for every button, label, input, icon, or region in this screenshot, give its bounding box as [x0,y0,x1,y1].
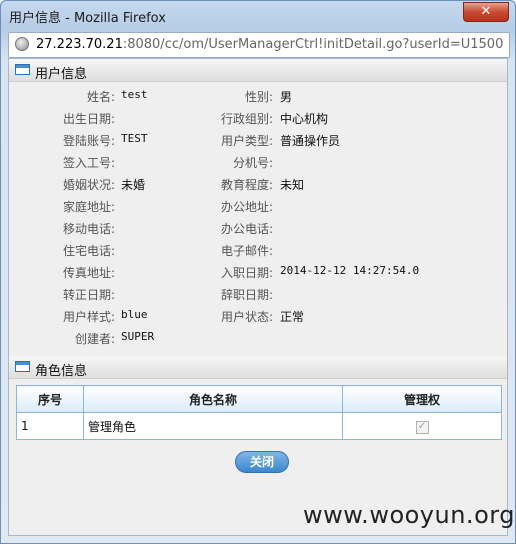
info-row: 传真地址: 入职日期: 2014-12-12 14:27:54.0 [9,264,507,286]
role-info-header: 角色信息 [9,356,507,379]
role-index: 1 [16,412,84,440]
creator-label: 创建者: [74,332,115,346]
window-title: 用户信息 - Mozilla Firefox [9,11,166,26]
right-value: 普通操作员 [280,134,341,148]
info-row: 家庭地址: 办公地址: [9,198,507,220]
info-row: 出生日期: 行政组别: 中心机构 [9,110,507,132]
column-header-admin: 管理权 [342,385,502,413]
url-text[interactable]: 27.223.70.21:8080/cc/om/UserManagerCtrl!… [36,37,503,52]
url-bar[interactable]: 27.223.70.21:8080/cc/om/UserManagerCtrl!… [8,32,510,58]
left-label: 转正日期: [62,288,115,302]
page-content: 用户信息 姓名: test 性别: 男出生日期: 行政组别: 中心机构登陆账号: TEST 用… [8,58,508,536]
info-row: 婚姻状况: 未婚 教育程度: 未知 [9,176,507,198]
right-label: 用户类型: [220,134,273,148]
column-header-index: 序号 [16,385,84,413]
right-label: 辞职日期: [220,288,273,302]
left-value: test [121,88,148,101]
left-label: 姓名: [86,90,115,104]
admin-cell: ✓ [342,412,502,440]
role-table: 序号 角色名称 管理权 1 管理角色 ✓ [16,385,502,440]
left-label: 传真地址: [62,266,115,280]
left-label: 用户样式: [62,310,115,324]
left-label: 移动电话: [62,222,115,236]
url-path: :8080/cc/om/UserManagerCtrl!initDetail.g… [122,37,504,52]
right-value: 未知 [280,178,305,192]
column-header-role-name: 角色名称 [83,385,343,413]
left-label: 出生日期: [62,112,115,126]
right-label: 分机号: [232,156,273,170]
window-icon [15,64,30,75]
watermark: www.wooyun.org [303,501,515,529]
right-label: 入职日期: [220,266,273,280]
url-host: 27.223.70.21 [36,37,123,52]
right-label: 行政组别: [220,112,273,126]
close-button[interactable]: 关闭 [235,451,289,473]
left-label: 婚姻状况: [62,178,115,192]
user-info-header: 用户信息 [9,59,507,82]
info-row-creator: 创建者: SUPER [9,330,507,352]
right-label: 电子邮件: [220,244,273,258]
window-close-button[interactable]: ✕ [463,2,509,22]
right-label: 办公地址: [220,200,273,214]
right-label: 教育程度: [220,178,273,192]
checkmark-icon: ✓ [417,421,427,432]
info-row: 姓名: test 性别: 男 [9,88,507,110]
info-row: 转正日期: 辞职日期: [9,286,507,308]
title-bar[interactable]: 用户信息 - Mozilla Firefox ✕ [1,1,515,29]
right-value: 正常 [280,310,305,324]
creator-value: SUPER [121,330,155,343]
left-label: 住宅电话: [62,244,115,258]
right-label: 用户状态: [220,310,273,324]
left-label: 签入工号: [62,156,115,170]
left-label: 登陆账号: [62,134,115,148]
user-info-title: 用户信息 [35,67,88,82]
left-value: blue [121,308,148,321]
close-icon: ✕ [480,4,492,19]
left-value: TEST [121,132,148,145]
info-row: 登陆账号: TEST 用户类型: 普通操作员 [9,132,507,154]
firefox-popup-window: 用户信息 - Mozilla Firefox ✕ 27.223.70.21:80… [0,0,516,544]
role-info-title: 角色信息 [35,364,88,379]
info-row: 移动电话: 办公电话: [9,220,507,242]
right-value: 中心机构 [280,112,329,126]
info-row: 住宅电话: 电子邮件: [9,242,507,264]
info-row: 用户样式: blue 用户状态: 正常 [9,308,507,330]
globe-icon [15,37,29,51]
admin-checkbox[interactable]: ✓ [415,421,429,434]
right-value: 2014-12-12 14:27:54.0 [280,264,420,277]
left-value: 未婚 [121,178,146,192]
right-label: 办公电话: [220,222,273,236]
info-row: 签入工号: 分机号: [9,154,507,176]
table-row: 1 管理角色 ✓ [16,412,502,440]
right-label: 性别: [244,90,273,104]
role-table-header: 序号 角色名称 管理权 [16,385,502,413]
right-value: 男 [280,90,293,104]
role-name: 管理角色 [83,412,343,440]
left-label: 家庭地址: [62,200,115,214]
window-icon [15,361,30,372]
